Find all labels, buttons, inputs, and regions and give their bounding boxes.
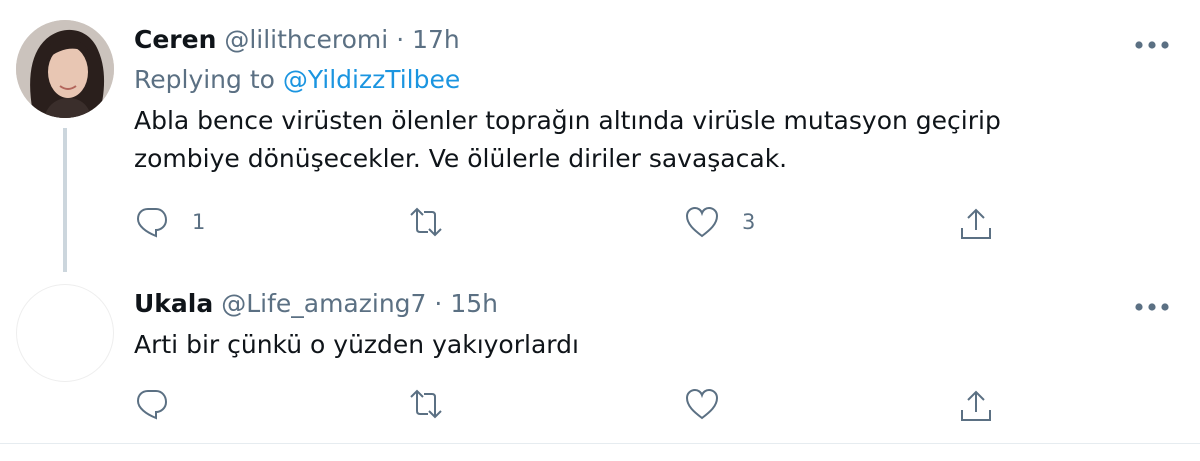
display-name[interactable]: Ukala — [134, 289, 213, 318]
tweet-header: Ceren @lilithceromi · 17h — [134, 22, 1160, 58]
reply-count: 1 — [192, 210, 206, 234]
separator: · — [396, 25, 405, 54]
tweet-text: Abla bence virüsten ölenler toprağın alt… — [134, 102, 1160, 178]
share-icon — [961, 208, 991, 239]
username[interactable]: @Life_amazing7 — [221, 289, 426, 318]
heart-icon — [685, 206, 719, 238]
thread-line — [63, 128, 67, 272]
tweet-content: Ukala @Life_amazing7 · 15h Arti bir çünk… — [134, 286, 1160, 364]
timestamp[interactable]: 15h — [450, 289, 498, 318]
share-button[interactable] — [958, 204, 994, 244]
replying-to: Replying to @YildizzTilbee — [134, 62, 1160, 98]
replying-to-label: Replying to — [134, 65, 275, 94]
retweet-icon — [410, 389, 442, 419]
separator: · — [434, 289, 443, 318]
retweet-icon — [410, 207, 442, 237]
retweet-button[interactable] — [408, 202, 444, 242]
timestamp[interactable]: 17h — [412, 25, 460, 54]
like-button[interactable] — [684, 384, 720, 424]
reply-button[interactable] — [134, 384, 170, 424]
avatar-image — [16, 20, 114, 118]
reply-icon — [136, 390, 168, 420]
tweet-text-line: zombiye dönüşecekler. Ve ölülerle dirile… — [134, 144, 788, 173]
tweet-text: Arti bir çünkü o yüzden yakıyorlardı — [134, 326, 1160, 364]
display-name[interactable]: Ceren — [134, 25, 216, 54]
tweet[interactable]: Ceren @lilithceromi · 17h Replying to @Y… — [0, 0, 1200, 272]
heart-icon — [685, 388, 719, 420]
share-button[interactable] — [958, 386, 994, 426]
mention-link[interactable]: @YildizzTilbee — [283, 65, 460, 94]
like-button[interactable]: 3 — [684, 202, 755, 242]
tweet-content: Ceren @lilithceromi · 17h Replying to @Y… — [134, 22, 1160, 178]
more-icon — [1135, 303, 1169, 311]
reply-icon — [136, 208, 168, 238]
tweet-header: Ukala @Life_amazing7 · 15h — [134, 286, 1160, 322]
avatar[interactable] — [16, 20, 114, 118]
more-icon — [1135, 41, 1169, 49]
tweet-text-line: Abla bence virüsten ölenler toprağın alt… — [134, 106, 1001, 135]
tweet-text-line: Arti bir çünkü o yüzden yakıyorlardı — [134, 330, 579, 359]
username[interactable]: @lilithceromi — [224, 25, 388, 54]
reply-button[interactable]: 1 — [134, 202, 205, 242]
tweet[interactable]: Ukala @Life_amazing7 · 15h Arti bir çünk… — [0, 272, 1200, 444]
share-icon — [961, 390, 991, 421]
more-options-button[interactable] — [1134, 35, 1170, 49]
more-options-button[interactable] — [1134, 297, 1170, 311]
avatar[interactable] — [16, 284, 114, 382]
like-count: 3 — [742, 210, 756, 234]
retweet-button[interactable] — [408, 384, 444, 424]
divider — [0, 443, 1200, 444]
